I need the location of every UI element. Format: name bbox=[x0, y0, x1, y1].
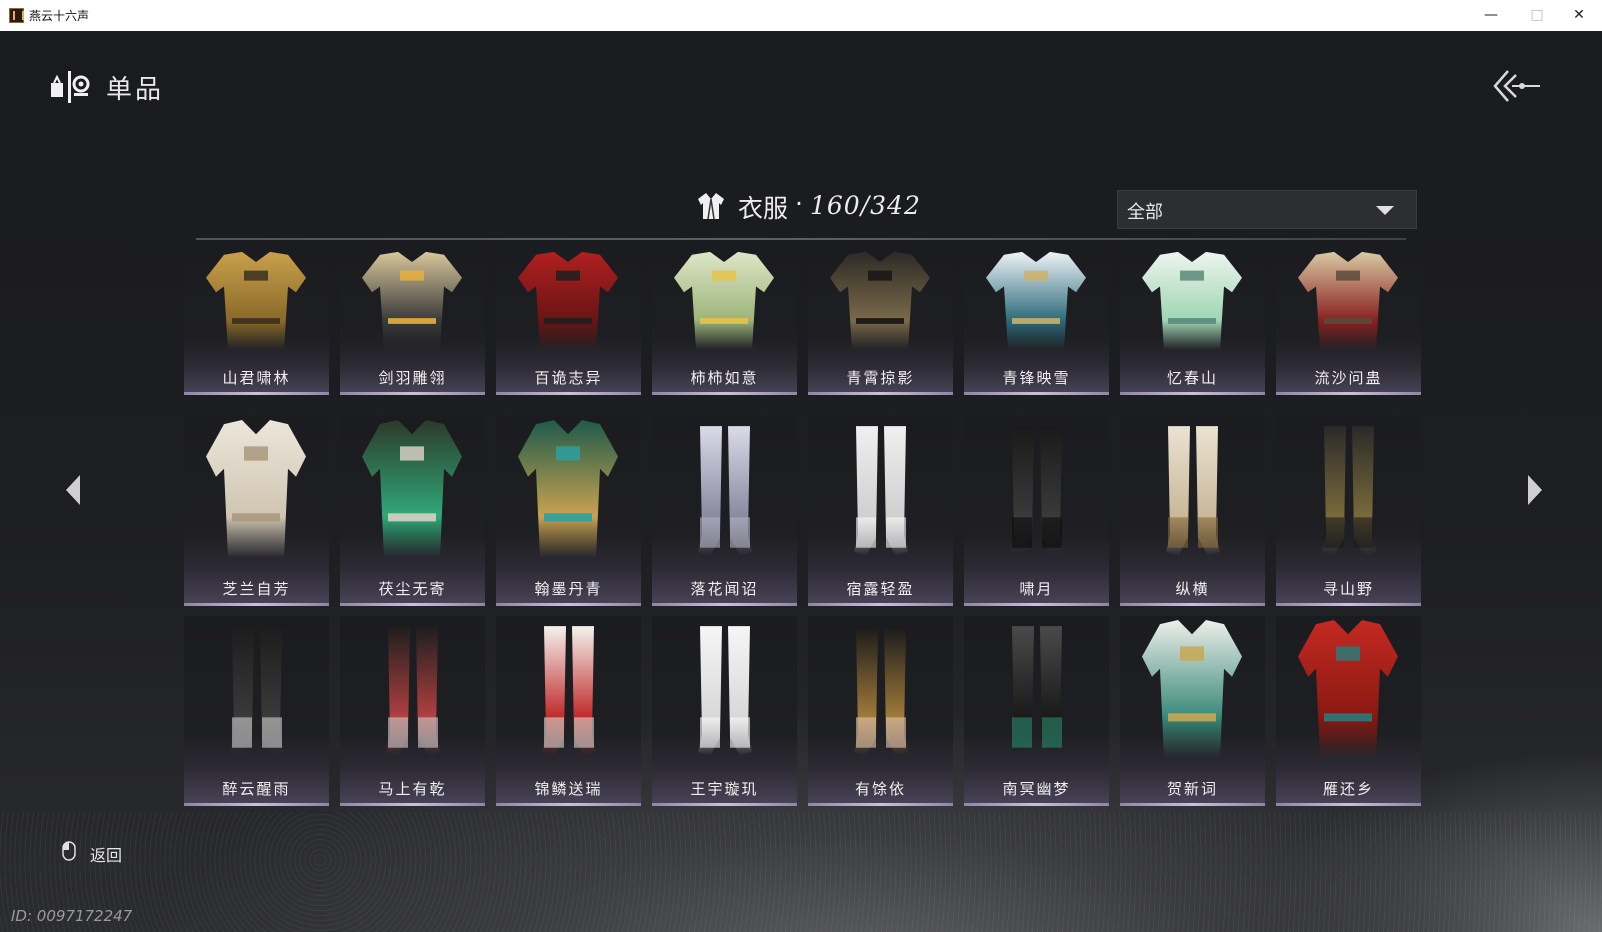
outfit-card[interactable]: 忆春山 bbox=[1120, 249, 1265, 395]
outfit-name: 宿露轻盈 bbox=[846, 580, 915, 598]
page-title: 单品 bbox=[106, 75, 165, 105]
outfit-name: 马上有乾 bbox=[378, 780, 447, 798]
outfit-card[interactable]: 纵横 bbox=[1120, 416, 1265, 606]
outfit-card[interactable]: 百诡志异 bbox=[496, 249, 641, 395]
window-titlebar: 燕云十六声 — □ ✕ bbox=[0, 0, 1602, 32]
outfit-image bbox=[808, 249, 953, 357]
outfit-name: 芝兰自芳 bbox=[222, 580, 291, 598]
outfit-card[interactable]: 青霄掠影 bbox=[808, 249, 953, 395]
wardrobe-emblem-icon bbox=[51, 71, 90, 103]
outfit-name: 青霄掠影 bbox=[846, 369, 915, 387]
maximize-button[interactable]: □ bbox=[1514, 0, 1560, 31]
outfit-card[interactable]: 有馀依 bbox=[808, 616, 953, 806]
outfit-image bbox=[184, 249, 329, 357]
app-icon bbox=[9, 8, 24, 23]
outfit-image bbox=[808, 416, 953, 568]
outfit-card[interactable]: 南冥幽梦 bbox=[964, 616, 1109, 806]
outfit-card[interactable]: 青锋映雪 bbox=[964, 249, 1109, 395]
outfit-card[interactable]: 山君啸林 bbox=[184, 249, 329, 395]
outfit-name: 柿柿如意 bbox=[690, 369, 759, 387]
close-button[interactable]: ✕ bbox=[1556, 0, 1602, 31]
outfit-card[interactable]: 醉云醒雨 bbox=[184, 616, 329, 806]
outfit-name: 寻山野 bbox=[1322, 580, 1374, 598]
outfit-image bbox=[808, 616, 953, 768]
outfit-image bbox=[1276, 416, 1421, 568]
header-divider bbox=[196, 238, 1406, 240]
outfit-image bbox=[964, 416, 1109, 568]
outfit-card[interactable]: 贺新词 bbox=[1120, 616, 1265, 806]
filter-selected: 全部 bbox=[1127, 202, 1163, 223]
outfit-card[interactable]: 剑羽雕翎 bbox=[340, 249, 485, 395]
outfit-card[interactable]: 宿露轻盈 bbox=[808, 416, 953, 606]
outfit-image bbox=[340, 249, 485, 357]
outfit-image bbox=[340, 616, 485, 768]
outfit-card[interactable]: 柿柿如意 bbox=[652, 249, 797, 395]
mouse-icon bbox=[62, 841, 76, 861]
chevron-left-icon[interactable] bbox=[60, 471, 86, 509]
minimize-button[interactable]: — bbox=[1468, 0, 1514, 31]
outfit-image bbox=[964, 249, 1109, 357]
outfit-name: 流沙问蛊 bbox=[1314, 369, 1383, 387]
outfit-name: 贺新词 bbox=[1166, 780, 1218, 798]
outfit-name: 南冥幽梦 bbox=[1002, 780, 1071, 798]
outfit-card[interactable]: 雁还乡 bbox=[1276, 616, 1421, 806]
outfit-name: 王宇璇玑 bbox=[690, 780, 759, 798]
outfit-image bbox=[964, 616, 1109, 768]
outfit-image bbox=[1120, 249, 1265, 357]
outfit-image bbox=[496, 249, 641, 357]
outfit-image bbox=[652, 616, 797, 768]
outfit-card[interactable]: 马上有乾 bbox=[340, 616, 485, 806]
outfit-name: 有馀依 bbox=[854, 780, 906, 798]
outfit-image bbox=[652, 416, 797, 568]
outfit-card[interactable]: 落花闻诏 bbox=[652, 416, 797, 606]
outfit-image bbox=[1276, 249, 1421, 357]
outfit-image bbox=[1120, 616, 1265, 768]
caret-down-icon bbox=[1376, 206, 1394, 215]
player-id: ID: 0097172247 bbox=[11, 907, 133, 925]
outfit-name: 醉云醒雨 bbox=[222, 780, 291, 798]
outfit-name: 青锋映雪 bbox=[1002, 369, 1071, 387]
outfit-card[interactable]: 啸月 bbox=[964, 416, 1109, 606]
category-separator: · bbox=[795, 189, 803, 218]
outfit-card[interactable]: 锦鳞送瑞 bbox=[496, 616, 641, 806]
back-arrow-icon[interactable] bbox=[1492, 67, 1542, 105]
game-screen: 单品 衣服 · 160/342 全部 山君啸林 剑羽雕翎 百诡志异 柿柿如意 青霄掠影 青… bbox=[0, 31, 1602, 932]
outfit-image bbox=[496, 416, 641, 568]
outfit-image bbox=[496, 616, 641, 768]
outfit-name: 锦鳞送瑞 bbox=[534, 780, 603, 798]
outfit-name: 雁还乡 bbox=[1322, 780, 1374, 798]
outfit-name: 剑羽雕翎 bbox=[378, 369, 447, 387]
outfit-image bbox=[340, 416, 485, 568]
outfit-image bbox=[652, 249, 797, 357]
robe-icon bbox=[698, 193, 724, 220]
outfit-card[interactable]: 翰墨丹青 bbox=[496, 416, 641, 606]
outfit-name: 翰墨丹青 bbox=[534, 580, 603, 598]
outfit-name: 啸月 bbox=[1019, 580, 1054, 598]
chevron-right-icon[interactable] bbox=[1522, 471, 1548, 509]
outfit-image bbox=[1120, 416, 1265, 568]
outfit-card[interactable]: 寻山野 bbox=[1276, 416, 1421, 606]
outfit-image bbox=[1276, 616, 1421, 768]
return-label: 返回 bbox=[90, 846, 123, 865]
window-title: 燕云十六声 bbox=[29, 9, 90, 23]
category-label: 衣服 bbox=[738, 194, 789, 223]
outfit-card[interactable]: 流沙问蛊 bbox=[1276, 249, 1421, 395]
outfit-name: 忆春山 bbox=[1166, 369, 1218, 387]
outfit-image bbox=[184, 616, 329, 768]
outfit-name: 茯尘无寄 bbox=[378, 580, 447, 598]
outfit-name: 山君啸林 bbox=[222, 369, 291, 387]
filter-dropdown[interactable]: 全部 bbox=[1117, 190, 1417, 229]
outfit-name: 纵横 bbox=[1175, 580, 1210, 598]
outfit-card[interactable]: 茯尘无寄 bbox=[340, 416, 485, 606]
outfit-name: 落花闻诏 bbox=[690, 580, 759, 598]
outfit-name: 百诡志异 bbox=[534, 369, 603, 387]
outfit-card[interactable]: 王宇璇玑 bbox=[652, 616, 797, 806]
outfit-card[interactable]: 芝兰自芳 bbox=[184, 416, 329, 606]
collection-count: 160/342 bbox=[810, 191, 921, 220]
outfit-image bbox=[184, 416, 329, 568]
snow-ground bbox=[0, 812, 1602, 932]
